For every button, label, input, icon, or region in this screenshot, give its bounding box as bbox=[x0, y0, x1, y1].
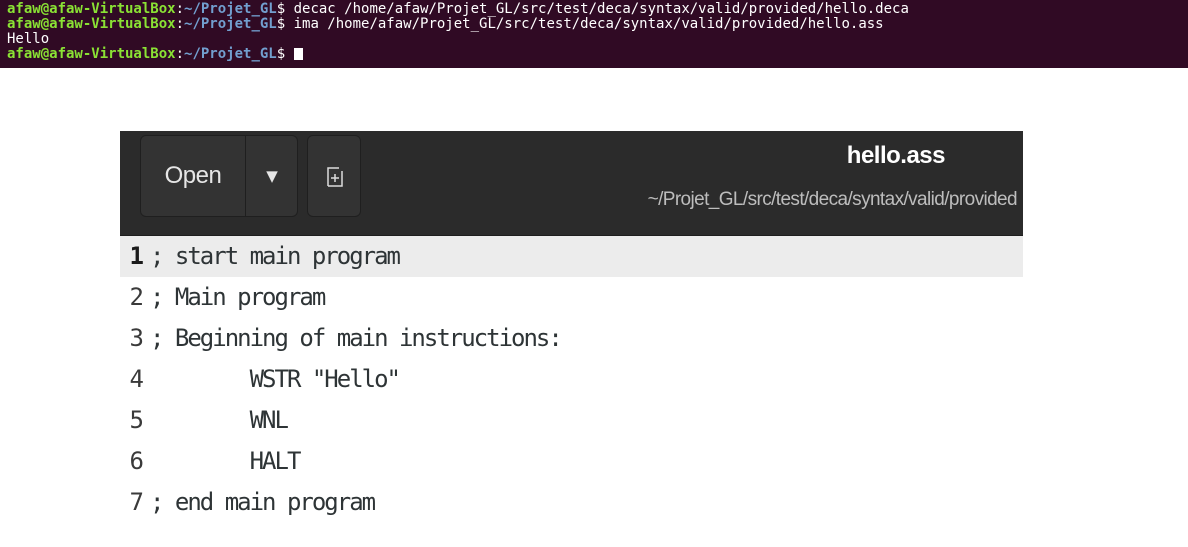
line-text: HALT bbox=[150, 447, 302, 475]
line-number: 2 bbox=[129, 283, 144, 311]
program-output: Hello bbox=[7, 31, 50, 47]
prompt-symbol: $ bbox=[276, 1, 294, 17]
prompt-symbol: $ bbox=[276, 46, 294, 62]
prompt-user: afaw@afaw-VirtualBox bbox=[7, 1, 176, 17]
prompt-path: ~/Projet_GL bbox=[184, 46, 277, 62]
code-line[interactable]: 3; Beginning of main instructions: bbox=[120, 318, 1023, 359]
command-text: decac /home/afaw/Projet_GL/src/test/deca… bbox=[293, 1, 909, 17]
prompt-symbol: $ bbox=[276, 16, 294, 32]
line-number: 7 bbox=[129, 488, 144, 516]
code-line[interactable]: 5 WNL bbox=[120, 400, 1023, 441]
line-text: WNL bbox=[150, 406, 289, 434]
document-path: ~/Projet_GL/src/test/deca/syntax/valid/p… bbox=[647, 189, 1018, 210]
document-title: hello.ass bbox=[846, 142, 946, 169]
terminal-line: Hello bbox=[0, 32, 1188, 47]
chevron-down-icon: ▼ bbox=[266, 167, 278, 185]
code-line[interactable]: 2; Main program bbox=[120, 277, 1023, 318]
line-text: WSTR "Hello" bbox=[150, 365, 401, 393]
code-line[interactable]: 7; end main program bbox=[120, 482, 1023, 523]
new-document-icon bbox=[327, 167, 343, 187]
line-text: ; Beginning of main instructions: bbox=[150, 324, 563, 352]
prompt-sep: : bbox=[175, 16, 185, 32]
header-bar: Open ▼ hello.ass ~/Projet_GL/src/test/de… bbox=[120, 131, 1023, 236]
line-number: 1 bbox=[129, 242, 144, 270]
code-view[interactable]: 1; start main program 2; Main program 3;… bbox=[120, 236, 1023, 523]
text-editor-window: Open ▼ hello.ass ~/Projet_GL/src/test/de… bbox=[120, 131, 1023, 547]
line-text: ; end main program bbox=[150, 488, 376, 516]
terminal-line: afaw@afaw-VirtualBox:~/Projet_GL$ ima /h… bbox=[0, 17, 1188, 32]
prompt-path: ~/Projet_GL bbox=[184, 1, 277, 17]
line-number: 6 bbox=[129, 447, 144, 475]
line-number: 3 bbox=[129, 324, 144, 352]
line-text: ; Main program bbox=[150, 283, 326, 311]
open-button-group: Open ▼ bbox=[140, 135, 298, 217]
terminal-line: afaw@afaw-VirtualBox:~/Projet_GL$ decac … bbox=[0, 2, 1188, 17]
prompt-user: afaw@afaw-VirtualBox bbox=[7, 46, 176, 62]
line-number: 5 bbox=[129, 406, 144, 434]
line-number: 4 bbox=[129, 365, 144, 393]
line-text: ; start main program bbox=[150, 242, 401, 270]
open-dropdown-button[interactable]: ▼ bbox=[246, 136, 298, 216]
code-line[interactable]: 4 WSTR "Hello" bbox=[120, 359, 1023, 400]
new-document-button[interactable] bbox=[307, 135, 361, 217]
command-text: ima /home/afaw/Projet_GL/src/test/deca/s… bbox=[293, 16, 884, 32]
code-line[interactable]: 1; start main program bbox=[120, 236, 1023, 277]
terminal-output[interactable]: afaw@afaw-VirtualBox:~/Projet_GL$ decac … bbox=[0, 0, 1188, 68]
prompt-user: afaw@afaw-VirtualBox bbox=[7, 16, 176, 32]
open-button[interactable]: Open bbox=[141, 136, 245, 216]
prompt-path: ~/Projet_GL bbox=[184, 16, 277, 32]
terminal-cursor bbox=[293, 48, 303, 60]
code-line[interactable]: 6 HALT bbox=[120, 441, 1023, 482]
window-title-block: hello.ass ~/Projet_GL/src/test/deca/synt… bbox=[497, 141, 1018, 215]
prompt-sep: : bbox=[175, 1, 185, 17]
terminal-line: afaw@afaw-VirtualBox:~/Projet_GL$ bbox=[0, 47, 1188, 62]
prompt-sep: : bbox=[175, 46, 185, 62]
